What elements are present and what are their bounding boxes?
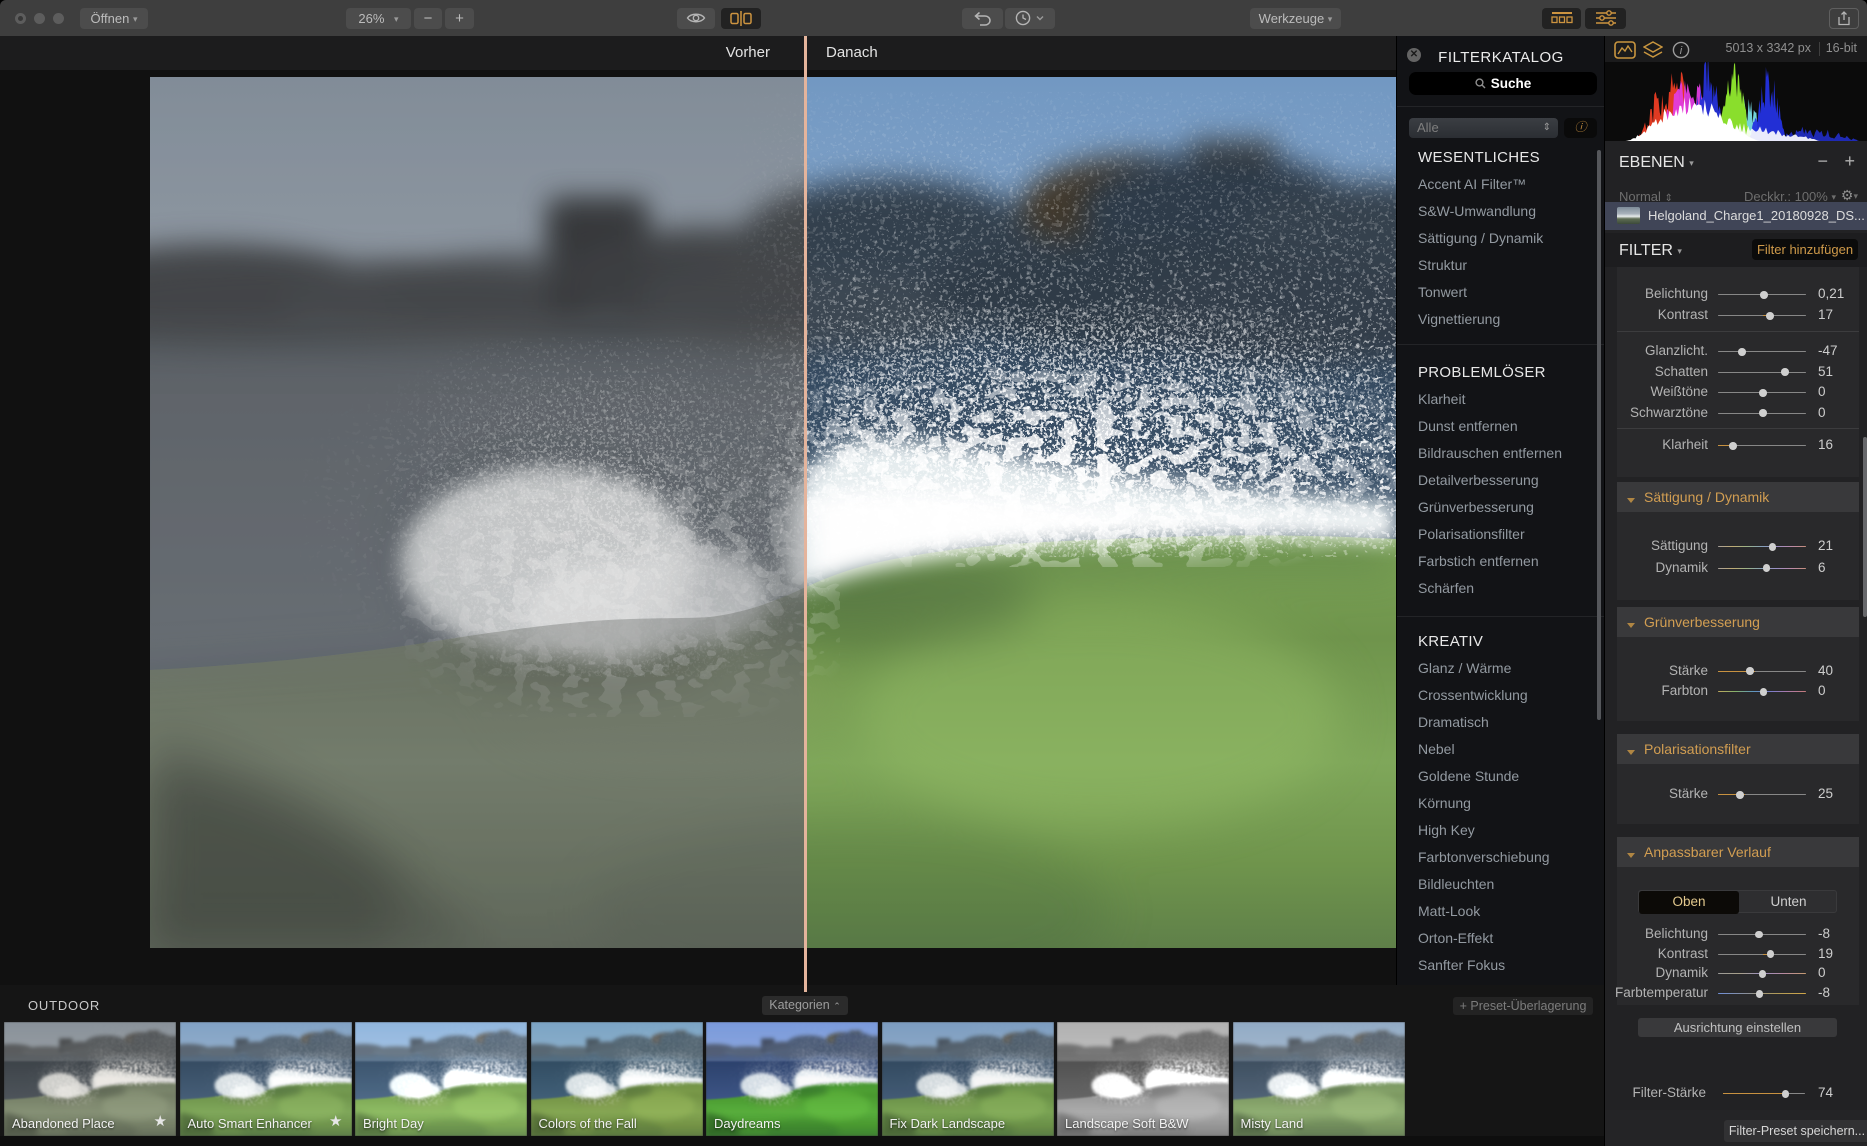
- svg-text:i: i: [1680, 45, 1683, 57]
